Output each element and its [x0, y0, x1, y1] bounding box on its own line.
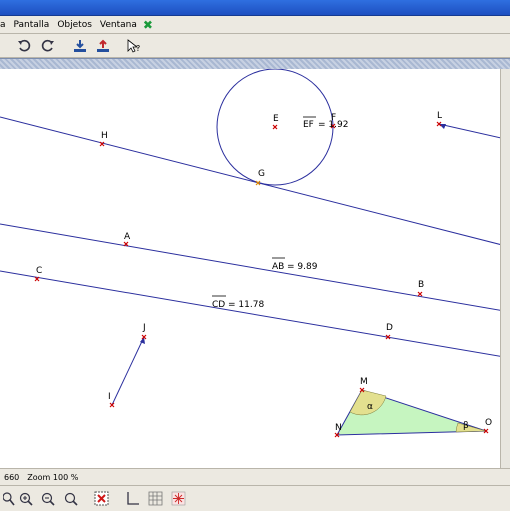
drawing-area[interactable]: A B C D E F G H I J L M N O α β AB = 9.8…	[0, 69, 500, 468]
vertical-scrollbar[interactable]	[500, 69, 510, 468]
redo-icon[interactable]	[39, 37, 56, 54]
svg-text:?: ?	[136, 44, 140, 53]
label-a: A	[124, 232, 131, 242]
point-e[interactable]	[272, 124, 278, 130]
measure-ab-segment: AB	[272, 262, 284, 272]
label-alpha: α	[367, 402, 373, 412]
toolbar: ?	[0, 34, 510, 58]
measure-cd[interactable]: CD = 11.78	[212, 295, 264, 310]
zoom-window-icon[interactable]	[0, 490, 17, 507]
measure-cd-segment: CD	[212, 300, 225, 310]
menu-item-ventana[interactable]: Ventana	[96, 20, 141, 30]
label-o: O	[485, 418, 492, 428]
label-c: C	[36, 266, 42, 276]
bottom-toolbar	[0, 485, 510, 511]
menu-item-pantalla[interactable]: Pantalla	[10, 20, 54, 30]
status-bar: 660 Zoom 100 %	[0, 468, 510, 485]
zoom-in-icon[interactable]	[17, 490, 34, 507]
zoom-out-icon[interactable]	[39, 490, 56, 507]
menu-item-objetos[interactable]: Objetos	[53, 20, 96, 30]
line-cd[interactable]	[0, 270, 500, 358]
point-i[interactable]	[109, 402, 115, 408]
measure-ef[interactable]: EF = 1.92	[303, 116, 348, 130]
title-bar	[0, 0, 510, 16]
line-hg[interactable]	[0, 116, 500, 247]
label-e: E	[273, 114, 279, 124]
measure-ef-value: = 1.92	[318, 120, 348, 130]
label-j: J	[142, 323, 146, 333]
measure-cd-value: = 11.78	[228, 300, 264, 310]
menu-bar: a Pantalla Objetos Ventana ✖	[0, 16, 510, 34]
measure-ab-value: = 9.89	[287, 262, 318, 272]
zoom-fit-icon[interactable]	[62, 490, 79, 507]
axes-icon[interactable]	[124, 490, 141, 507]
label-l: L	[437, 111, 442, 121]
ray-l[interactable]	[438, 123, 500, 140]
angle-beta	[455, 422, 487, 433]
download-icon[interactable]	[71, 37, 88, 54]
menu-item-edit[interactable]: a	[0, 20, 10, 30]
grid-icon[interactable]	[147, 490, 164, 507]
label-beta: β	[463, 421, 469, 431]
delete-icon[interactable]	[93, 490, 110, 507]
upload-icon[interactable]	[94, 37, 111, 54]
measure-ab[interactable]: AB = 9.89	[272, 257, 318, 272]
close-document-icon[interactable]: ✖	[141, 18, 153, 32]
label-b: B	[418, 280, 424, 290]
pointer-help-icon[interactable]: ?	[125, 37, 142, 54]
measure-ef-segment: EF	[303, 120, 314, 130]
point-grid-icon[interactable]	[170, 490, 187, 507]
label-g: G	[258, 169, 265, 179]
undo-icon[interactable]	[15, 37, 32, 54]
label-m: M	[360, 377, 368, 387]
label-i: I	[108, 392, 111, 402]
segment-ij[interactable]	[111, 336, 145, 406]
label-d: D	[386, 323, 393, 333]
coordinate-readout: 660	[4, 472, 20, 482]
point-b[interactable]	[417, 291, 423, 297]
label-h: H	[101, 131, 108, 141]
line-ab[interactable]	[0, 223, 500, 312]
zoom-level: Zoom 100 %	[27, 472, 79, 482]
label-n: N	[335, 423, 342, 433]
geometry-canvas[interactable]: A B C D E F G H I J L M N O α β AB = 9.8…	[0, 69, 500, 468]
